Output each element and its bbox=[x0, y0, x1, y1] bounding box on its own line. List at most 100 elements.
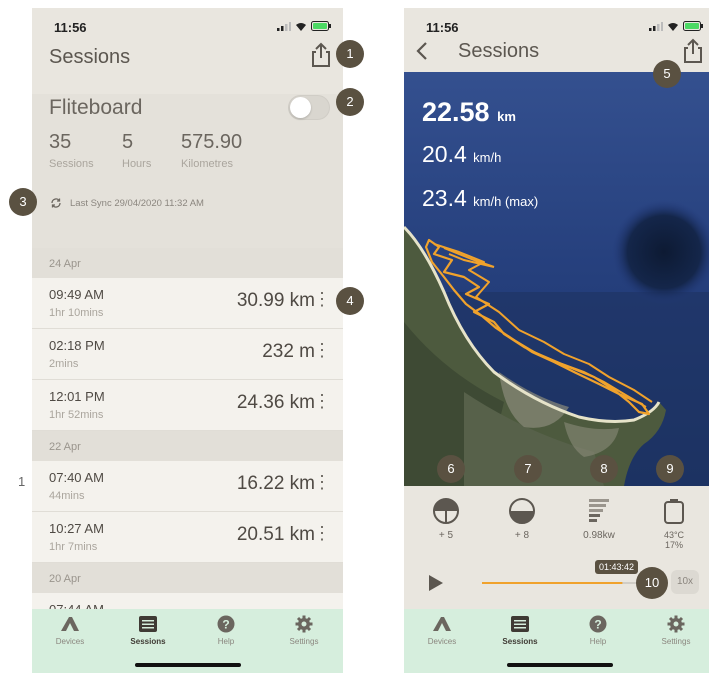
roll-value: + 8 bbox=[514, 530, 530, 541]
tab-settings[interactable]: Settings bbox=[274, 615, 334, 646]
kilometres-count: 575.90 bbox=[181, 131, 243, 153]
hours-count: 5 bbox=[122, 131, 134, 153]
toggle-knob bbox=[290, 97, 311, 118]
tab-settings[interactable]: Settings bbox=[646, 615, 706, 646]
status-time: 11:56 bbox=[54, 20, 87, 35]
callout-marker: 4 bbox=[336, 287, 364, 315]
session-row[interactable]: 07:40 AM 44mins 16.22 km ⋮ bbox=[32, 461, 343, 512]
gear-icon bbox=[295, 615, 313, 633]
back-arrow-icon[interactable] bbox=[416, 42, 428, 60]
status-bar: 11:56 bbox=[404, 8, 709, 42]
tab-label: Help bbox=[217, 637, 235, 646]
sessions-list-screen: 11:56 Sessions Fliteboard 35 Sessions 5 … bbox=[32, 8, 343, 673]
side-number: 1 bbox=[18, 474, 26, 489]
slider-progress bbox=[482, 582, 623, 584]
session-time: 10:27 AM bbox=[49, 521, 104, 536]
playback-slider[interactable] bbox=[482, 573, 662, 593]
signal-icon bbox=[277, 21, 291, 31]
session-row[interactable]: 10:27 AM 1hr 7mins 20.51 km ⋮ bbox=[32, 512, 343, 563]
tab-sessions[interactable]: Sessions bbox=[118, 615, 178, 646]
session-row[interactable]: 02:18 PM 2mins 232 m ⋮ bbox=[32, 329, 343, 380]
pitch-gauge: + 5 bbox=[421, 498, 471, 541]
tab-devices[interactable]: Devices bbox=[412, 615, 472, 646]
callout-marker: 6 bbox=[437, 455, 465, 483]
tab-sessions[interactable]: Sessions bbox=[490, 615, 550, 646]
play-icon[interactable] bbox=[428, 574, 444, 592]
list-icon bbox=[511, 616, 529, 632]
power-gauge: 0.98kw bbox=[574, 498, 624, 541]
more-icon[interactable]: ⋮ bbox=[313, 341, 331, 359]
more-icon[interactable]: ⋮ bbox=[313, 473, 331, 491]
battery-gauge: 43°C 17% bbox=[649, 498, 699, 550]
wifi-icon bbox=[296, 22, 306, 31]
max-speed-unit: km/h (max) bbox=[473, 194, 539, 209]
more-icon[interactable]: ⋮ bbox=[313, 392, 331, 410]
tab-label: Devices bbox=[427, 637, 457, 646]
tab-help[interactable]: ? Help bbox=[196, 615, 256, 646]
battery-outline-icon bbox=[664, 499, 684, 524]
tab-label: Settings bbox=[289, 637, 319, 646]
section-header: 22 Apr bbox=[32, 431, 343, 461]
tab-bar: Devices Sessions ? Help Settings bbox=[404, 609, 709, 673]
battery-icon bbox=[311, 21, 331, 31]
section-header: 20 Apr bbox=[32, 563, 343, 593]
power-value: 0.98kw bbox=[583, 530, 615, 541]
svg-text:?: ? bbox=[594, 618, 601, 632]
tab-label: Devices bbox=[55, 637, 85, 646]
session-distance: 20.51 km bbox=[236, 524, 315, 545]
tab-help[interactable]: ? Help bbox=[568, 615, 628, 646]
power-bars-icon bbox=[589, 499, 609, 522]
session-duration: 1hr 10mins bbox=[49, 307, 104, 319]
playback-time: 01:43:42 bbox=[595, 560, 639, 574]
sync-text: Last Sync 29/04/2020 11:32 AM bbox=[70, 197, 204, 209]
session-duration: 1hr 7mins bbox=[49, 541, 98, 553]
share-icon[interactable] bbox=[309, 42, 333, 68]
callout-marker: 5 bbox=[653, 60, 681, 88]
roll-gauge: + 8 bbox=[497, 498, 547, 541]
speed-unit: km/h bbox=[473, 150, 502, 165]
page-title: Sessions bbox=[458, 40, 540, 62]
callout-marker: 1 bbox=[336, 40, 364, 68]
status-time: 11:56 bbox=[426, 20, 459, 35]
distance-readout: 22.58 km bbox=[422, 97, 516, 128]
session-row[interactable]: 12:01 PM 1hr 52mins 24.36 km ⋮ bbox=[32, 380, 343, 431]
max-speed-value: 23.4 bbox=[422, 185, 467, 211]
tab-label: Sessions bbox=[502, 637, 538, 646]
session-map[interactable] bbox=[404, 72, 709, 486]
session-time: 09:49 AM bbox=[49, 287, 104, 302]
playback-speed-button[interactable]: 10x bbox=[671, 570, 699, 594]
session-time: 12:01 PM bbox=[49, 389, 105, 404]
status-bar: 11:56 bbox=[32, 8, 343, 42]
roll-icon bbox=[509, 498, 535, 524]
fliteboard-icon bbox=[61, 617, 79, 631]
callout-marker: 2 bbox=[336, 88, 364, 116]
distance-unit: km bbox=[497, 109, 516, 124]
fliteboard-icon bbox=[433, 617, 451, 631]
session-distance: 24.36 km bbox=[236, 392, 315, 413]
sessions-count-label: Sessions bbox=[49, 158, 94, 170]
session-time: 02:18 PM bbox=[49, 338, 105, 353]
session-distance: 16.22 km bbox=[236, 473, 315, 494]
tab-devices[interactable]: Devices bbox=[40, 615, 100, 646]
more-icon[interactable]: ⋮ bbox=[313, 524, 331, 542]
tab-label: Sessions bbox=[130, 637, 166, 646]
session-duration: 2mins bbox=[49, 358, 79, 370]
callout-marker: 10 bbox=[636, 567, 668, 599]
battery-level: 17% bbox=[664, 540, 683, 550]
session-duration: 1hr 52mins bbox=[49, 409, 104, 421]
kilometres-count-label: Kilometres bbox=[181, 158, 233, 170]
battery-icon bbox=[683, 21, 703, 31]
help-icon: ? bbox=[589, 615, 607, 633]
sync-row[interactable]: Last Sync 29/04/2020 11:32 AM bbox=[50, 197, 204, 209]
tab-label: Settings bbox=[661, 637, 691, 646]
max-speed-readout: 23.4 km/h (max) bbox=[422, 185, 538, 212]
list-icon bbox=[139, 616, 157, 632]
callout-marker: 3 bbox=[9, 188, 37, 216]
share-icon[interactable] bbox=[681, 38, 705, 64]
speed-value: 20.4 bbox=[422, 141, 467, 167]
session-distance: 232 m bbox=[262, 341, 315, 362]
more-icon[interactable]: ⋮ bbox=[313, 290, 331, 308]
fliteboard-toggle[interactable] bbox=[288, 95, 330, 120]
wifi-icon bbox=[668, 22, 678, 31]
session-row[interactable]: 09:49 AM 1hr 10mins 30.99 km ⋮ bbox=[32, 278, 343, 329]
